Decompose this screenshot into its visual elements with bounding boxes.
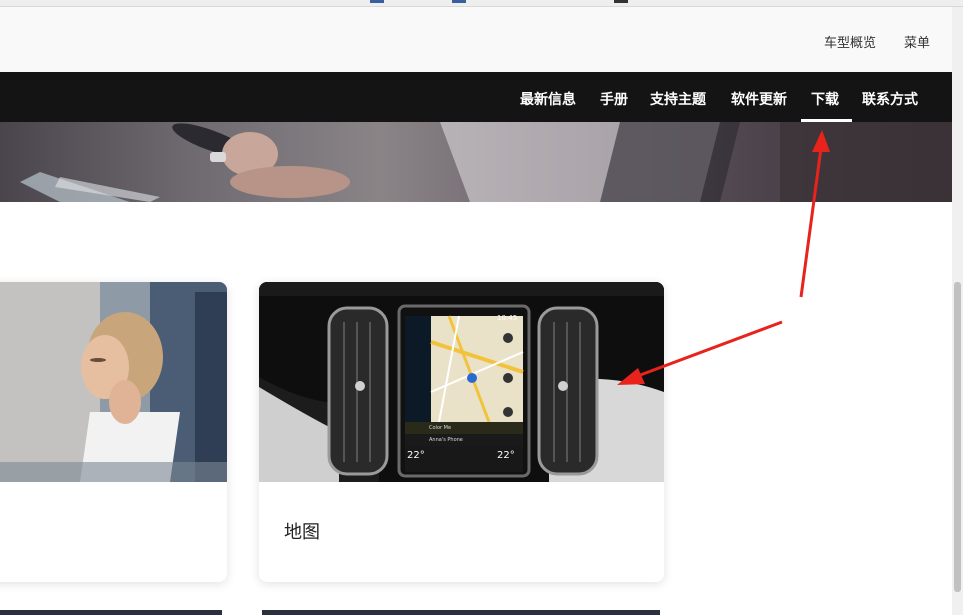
annotation-arrows [617, 130, 830, 385]
page: 车型概览 菜单 最新信息 手册 支持主题 软件更新 下载 联系方式 地图 10:… [0, 0, 963, 615]
page-scrollbar[interactable] [952, 7, 963, 615]
scrollbar-thumb[interactable] [954, 282, 961, 592]
